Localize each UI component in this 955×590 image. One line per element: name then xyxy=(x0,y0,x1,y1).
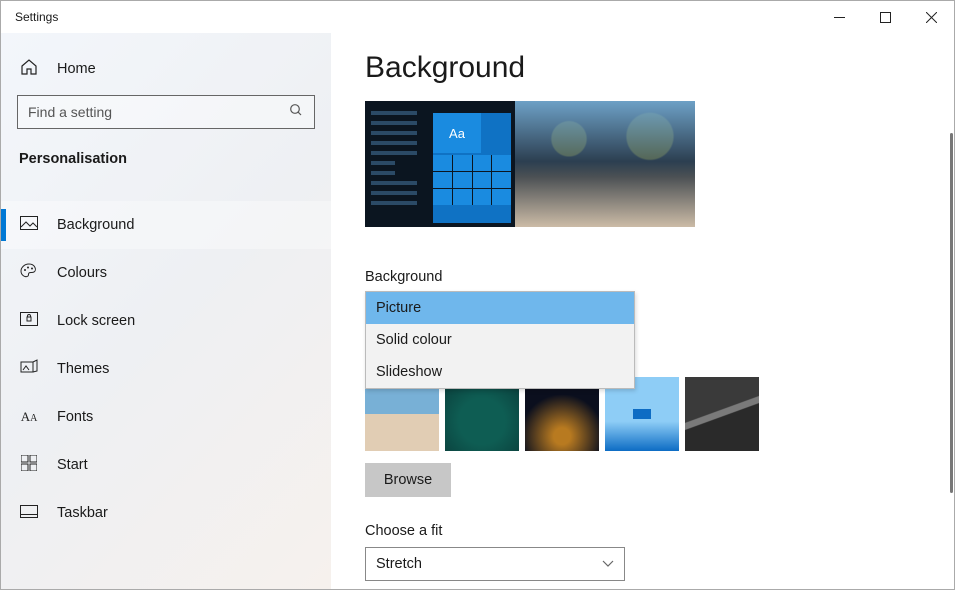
background-dropdown-label: Background xyxy=(365,269,920,285)
desktop-preview: Aa xyxy=(365,101,695,227)
page-title: Background xyxy=(365,51,920,85)
fit-dropdown[interactable]: Stretch xyxy=(365,547,625,581)
fit-dropdown-value: Stretch xyxy=(376,556,422,572)
sidebar-item-themes[interactable]: Themes xyxy=(1,345,331,393)
preview-start-mock: Aa xyxy=(365,101,515,227)
sidebar-item-label: Fonts xyxy=(57,409,93,425)
lock-screen-icon xyxy=(19,312,39,330)
sidebar: Home Find a setting Personalisation Back… xyxy=(1,33,331,589)
picture-thumbnail[interactable] xyxy=(685,377,759,451)
sidebar-item-label: Background xyxy=(57,217,134,233)
start-icon xyxy=(19,455,39,475)
fonts-icon: AA xyxy=(19,409,39,425)
sidebar-item-taskbar[interactable]: Taskbar xyxy=(1,489,331,537)
fit-label: Choose a fit xyxy=(365,523,920,539)
sidebar-item-fonts[interactable]: AA Fonts xyxy=(1,393,331,441)
search-icon xyxy=(289,103,304,121)
sidebar-item-label: Taskbar xyxy=(57,505,108,521)
sidebar-item-label: Colours xyxy=(57,265,107,281)
sidebar-item-start[interactable]: Start xyxy=(1,441,331,489)
sidebar-item-label: Themes xyxy=(57,361,109,377)
background-dropdown[interactable]: Picture Solid colour Slideshow xyxy=(365,291,635,389)
preview-wallpaper xyxy=(515,101,695,227)
themes-icon xyxy=(19,359,39,379)
sidebar-item-lock-screen[interactable]: Lock screen xyxy=(1,297,331,345)
sidebar-item-colours[interactable]: Colours xyxy=(1,249,331,297)
picture-icon xyxy=(19,216,39,234)
home-button[interactable]: Home xyxy=(1,45,331,93)
nav-list: Background Colours Lock screen Themes xyxy=(1,201,331,537)
sample-text-tile: Aa xyxy=(433,113,481,153)
window-title: Settings xyxy=(15,10,58,24)
home-label: Home xyxy=(57,61,96,77)
palette-icon xyxy=(19,263,39,283)
maximize-button[interactable] xyxy=(862,1,908,33)
search-placeholder: Find a setting xyxy=(28,104,112,120)
browse-button[interactable]: Browse xyxy=(365,463,451,497)
window-controls xyxy=(816,1,954,33)
category-header: Personalisation xyxy=(1,135,331,175)
main-content: Background Aa Background Picture Solid c… xyxy=(331,33,954,589)
background-option-solid-colour[interactable]: Solid colour xyxy=(366,324,634,356)
background-option-slideshow[interactable]: Slideshow xyxy=(366,356,634,388)
close-button[interactable] xyxy=(908,1,954,33)
home-icon xyxy=(19,58,39,81)
sidebar-item-background[interactable]: Background xyxy=(1,201,331,249)
taskbar-icon xyxy=(19,505,39,522)
sidebar-item-label: Start xyxy=(57,457,88,473)
chevron-down-icon xyxy=(602,556,614,572)
background-option-picture[interactable]: Picture xyxy=(366,292,634,324)
titlebar: Settings xyxy=(1,1,954,33)
sidebar-item-label: Lock screen xyxy=(57,313,135,329)
minimize-button[interactable] xyxy=(816,1,862,33)
scrollbar[interactable] xyxy=(948,33,954,589)
search-input[interactable]: Find a setting xyxy=(17,95,315,129)
